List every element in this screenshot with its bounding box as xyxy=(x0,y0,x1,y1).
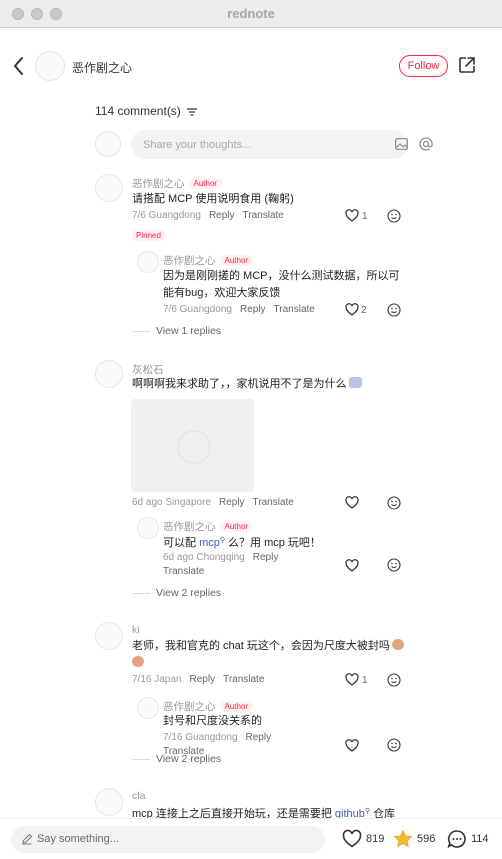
comment-text: 啊啊啊我来求助了，，家机说用不了是为什么 xyxy=(132,376,362,392)
comment-count-label: 114 comment(s) xyxy=(95,104,181,118)
comment-meta: 7/6 Guangdong Reply Translate xyxy=(132,210,284,221)
mention-at-icon[interactable] xyxy=(419,137,433,151)
like-heart-icon[interactable] xyxy=(345,496,359,509)
emoji-react-icon[interactable] xyxy=(387,558,401,572)
author-name[interactable]: 恶作剧之心 xyxy=(72,59,132,76)
view-replies-link[interactable]: View 1 replies xyxy=(132,325,221,337)
reply-username[interactable]: 恶作剧之心 Author xyxy=(163,699,254,714)
like-heart-icon[interactable] xyxy=(345,739,359,752)
view-replies-link[interactable]: View 2 replies xyxy=(132,753,221,765)
translate-link[interactable]: Translate xyxy=(223,674,264,685)
comment-text: 请搭配 MCP 使用说明食用 (鞠躬) xyxy=(132,193,294,205)
author-badge: Author xyxy=(219,521,254,532)
sticker-icon xyxy=(132,656,144,667)
like-total: 819 xyxy=(366,833,385,845)
reply-username[interactable]: 恶作剧之心 Author xyxy=(163,519,254,534)
like-heart-icon[interactable] xyxy=(342,829,362,849)
window-titlebar: rednote xyxy=(0,0,502,28)
comment-total: 114 xyxy=(471,833,489,845)
reply-link[interactable]: Reply xyxy=(190,674,216,685)
star-total: 596 xyxy=(417,833,436,845)
translate-link[interactable]: Translate xyxy=(253,497,294,508)
emoji-react-icon[interactable] xyxy=(387,673,401,687)
commenter-avatar[interactable] xyxy=(95,622,123,650)
note-header: 恶作剧之心 Follow xyxy=(0,28,502,104)
comment-username[interactable]: 恶作剧之心 Author xyxy=(132,176,223,191)
reply-avatar[interactable] xyxy=(137,251,159,273)
comment-username[interactable]: 灰松石 xyxy=(132,362,164,377)
comment-image[interactable] xyxy=(131,399,254,492)
author-badge: Author xyxy=(219,255,254,266)
commenter-avatar[interactable] xyxy=(95,788,123,816)
reply-meta: 7/16 Guangdong Reply xyxy=(163,732,272,743)
comment-input-row: Share your thoughts... xyxy=(95,130,433,160)
reply-avatar[interactable] xyxy=(137,517,159,539)
back-arrow-icon[interactable] xyxy=(10,54,28,78)
my-avatar xyxy=(95,131,121,157)
share-thoughts-placeholder: Share your thoughts... xyxy=(143,139,252,151)
window-title: rednote xyxy=(227,6,275,21)
reply-link[interactable]: Reply xyxy=(246,732,272,743)
emoji-react-icon[interactable] xyxy=(387,209,401,223)
commenter-avatar[interactable] xyxy=(95,174,123,202)
author-badge: Author xyxy=(219,701,254,712)
comment-text: 老师，我和官克的 chat 玩这个，会因为尺度大被封吗 xyxy=(132,638,404,654)
pinned-badge: Pinned xyxy=(132,230,165,241)
say-something-placeholder: Say something... xyxy=(37,833,119,845)
pencil-icon xyxy=(22,833,33,845)
reply-link[interactable]: Reply xyxy=(240,304,266,315)
translate-row: Translate xyxy=(163,566,204,577)
reply-avatar[interactable] xyxy=(137,697,159,719)
sort-icon[interactable] xyxy=(187,108,198,116)
reply-text-line2: 能有bug，欢迎大家反馈 xyxy=(163,287,281,299)
reply-link[interactable]: Reply xyxy=(209,210,235,221)
reply-username[interactable]: 恶作剧之心 Author xyxy=(163,253,254,268)
mcp-link[interactable]: mcp xyxy=(199,537,220,549)
follow-button[interactable]: Follow xyxy=(399,55,448,77)
like-count: 1 xyxy=(362,211,368,222)
reply-meta: 6d ago Chongqing Reply xyxy=(163,552,279,563)
sticker-icon xyxy=(391,639,404,650)
translate-link[interactable]: Translate xyxy=(163,566,204,577)
comment-bubble-icon[interactable] xyxy=(447,829,467,849)
comment-username[interactable]: ki xyxy=(132,624,140,636)
share-icon[interactable] xyxy=(458,56,476,74)
star-icon[interactable] xyxy=(393,829,413,849)
sticker-icon xyxy=(348,377,362,388)
emoji-react-icon[interactable] xyxy=(387,738,401,752)
translate-link[interactable]: Translate xyxy=(243,210,284,221)
emoji-react-icon[interactable] xyxy=(387,496,401,510)
translate-link[interactable]: Translate xyxy=(274,304,315,315)
like-heart-icon[interactable] xyxy=(345,559,359,572)
like-heart-icon[interactable] xyxy=(345,209,359,222)
reply-text-line1: 因为是刚刚搓的 MCP，没什么测试数据，所以可 xyxy=(163,270,400,282)
like-count: 2 xyxy=(361,305,367,316)
view-replies-link[interactable]: View 2 replies xyxy=(132,587,221,599)
like-count: 1 xyxy=(362,675,368,686)
emoji-react-icon[interactable] xyxy=(387,303,401,317)
comment-count: 114 comment(s) xyxy=(95,104,198,118)
comment-meta: 6d ago Singapore Reply Translate xyxy=(132,497,294,508)
reply-link[interactable]: Reply xyxy=(253,552,279,563)
author-avatar[interactable] xyxy=(35,51,65,81)
like-heart-icon[interactable] xyxy=(345,303,359,316)
share-thoughts-input[interactable]: Share your thoughts... xyxy=(131,130,433,159)
commenter-avatar[interactable] xyxy=(95,360,123,388)
comment-meta: 7/16 Japan Reply Translate xyxy=(132,674,265,685)
like-heart-icon[interactable] xyxy=(345,673,359,686)
image-icon[interactable] xyxy=(395,138,408,150)
reply-meta: 7/6 Guangdong Reply Translate xyxy=(163,304,315,315)
comment-username[interactable]: cla xyxy=(132,790,145,802)
reply-text: 封号和尺度没关系的 xyxy=(163,715,262,727)
reply-text: 可以配 mcp⚲ 么？用 mcp 玩吧！ xyxy=(163,537,321,549)
reply-link[interactable]: Reply xyxy=(219,497,245,508)
author-badge: Author xyxy=(188,178,223,189)
bottom-action-bar: Say something... 819 596 114 xyxy=(0,818,502,859)
say-something-input[interactable]: Say something... xyxy=(11,826,325,853)
